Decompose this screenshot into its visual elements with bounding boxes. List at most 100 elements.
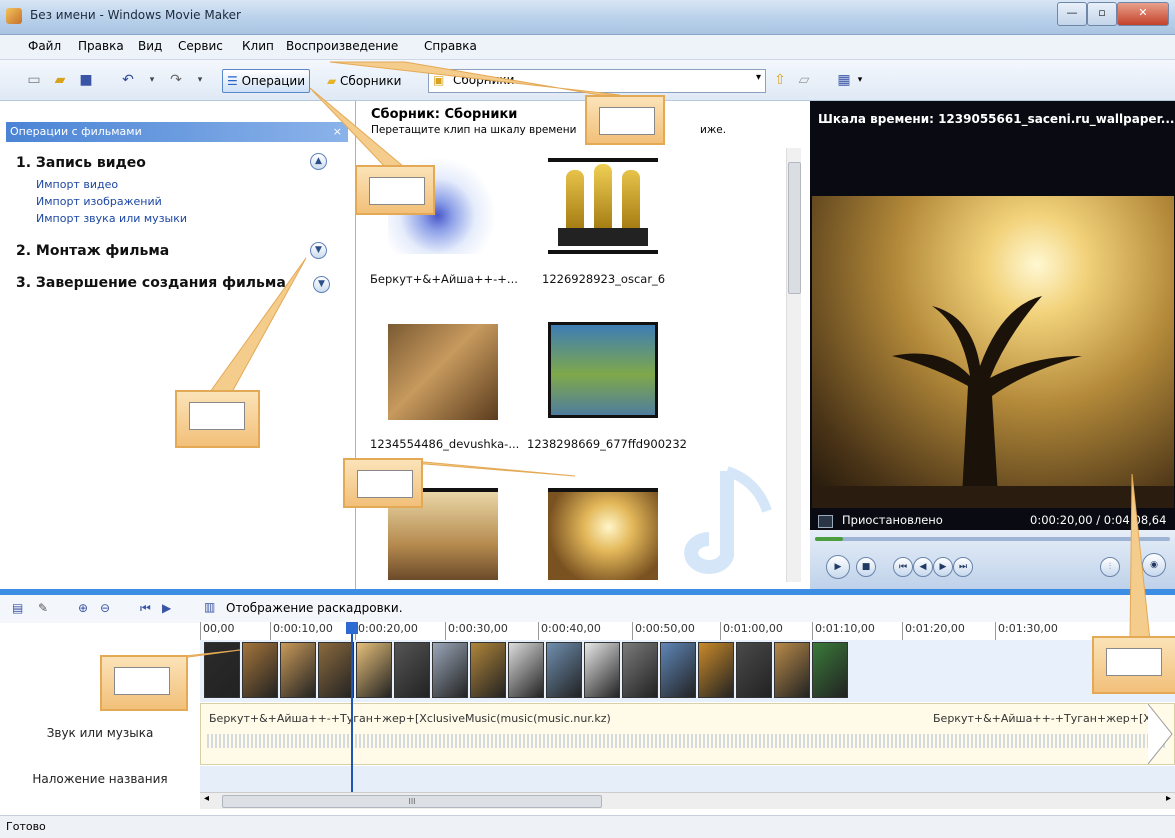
collections-label: Сборники — [340, 74, 402, 88]
new-file-icon[interactable]: ▭ — [26, 72, 42, 88]
scroll-thumb[interactable]: III — [222, 795, 602, 808]
collections-button[interactable]: ▰ Сборники — [322, 69, 406, 93]
view-options-icon[interactable]: ▦ — [836, 72, 852, 88]
play-timeline-icon[interactable]: ▶ — [162, 601, 171, 615]
pane-close-icon[interactable]: × — [333, 122, 342, 142]
collection-combo[interactable]: ▣ Сборники ▾ — [428, 69, 766, 93]
snapshot-icon[interactable]: ◉ — [1142, 553, 1166, 577]
audio-clip-1[interactable]: Беркут+&+Айша++-+Туган+жер+[XclusiveMusi… — [209, 712, 611, 725]
skip-forward-icon[interactable]: ⏭ — [953, 557, 973, 577]
clip-thumbnail[interactable] — [388, 324, 498, 420]
playhead[interactable] — [351, 622, 353, 792]
minimize-button[interactable]: — — [1057, 2, 1087, 26]
section-capture-video[interactable]: 1. Запись видео — [16, 155, 146, 171]
tree-silhouette-image — [812, 296, 1174, 508]
stop-icon[interactable]: ■ — [856, 557, 876, 577]
clip-thumbnail[interactable] — [548, 322, 658, 418]
new-collection-folder-icon[interactable]: ▱ — [796, 72, 812, 88]
clip-thumbnail[interactable] — [548, 158, 658, 254]
link-import-video[interactable]: Импорт видео — [36, 178, 118, 191]
scroll-right-icon[interactable]: ▸ — [1166, 793, 1171, 804]
chevron-down-icon[interactable]: ▼ — [313, 276, 330, 293]
menu-file[interactable]: Файл — [24, 39, 65, 53]
section-finish-movie[interactable]: 3. Завершение создания фильма — [16, 275, 306, 291]
audio-track[interactable]: Беркут+&+Айша++-+Туган+жер+[XclusiveMusi… — [200, 703, 1175, 765]
timeline-options-icon[interactable]: ▤ — [12, 601, 23, 615]
timeline-clip[interactable] — [508, 642, 544, 698]
ruler-tick: 0:00:30,00 — [445, 622, 508, 640]
timeline-clip[interactable] — [660, 642, 696, 698]
scroll-left-icon[interactable]: ◂ — [204, 793, 209, 804]
audio-clip-2[interactable]: Беркут+&+Айша++-+Туган+жер+[Xc — [933, 712, 1157, 725]
storyboard-toggle[interactable]: Отображение раскадровки. — [226, 601, 403, 615]
clip-caption: Беркут+&+Айша++-+... — [370, 272, 518, 286]
menu-playback[interactable]: Воспроизведение — [282, 39, 402, 53]
zoom-out-icon[interactable]: ⊖ — [100, 601, 110, 615]
timeline-clip[interactable] — [736, 642, 772, 698]
timeline-clip[interactable] — [318, 642, 354, 698]
seek-progress — [815, 537, 844, 541]
operations-button[interactable]: ☰ Операции — [222, 69, 310, 93]
chevron-up-icon[interactable]: ▲ — [310, 153, 327, 170]
menu-clip[interactable]: Клип — [238, 39, 278, 53]
section-edit-movie[interactable]: 2. Монтаж фильма — [16, 243, 169, 259]
timeline-scrollbar[interactable]: ◂ III ▸ — [200, 792, 1175, 809]
folder-up-icon[interactable]: ⇧ — [772, 72, 788, 88]
ruler-tick: 0:00:50,00 — [632, 622, 695, 640]
status-text: Готово — [6, 820, 46, 833]
rewind-icon[interactable]: ◀ — [913, 557, 933, 577]
timeline-clip[interactable] — [432, 642, 468, 698]
menu-help[interactable]: Справка — [420, 39, 481, 53]
forward-icon[interactable]: ▶ — [933, 557, 953, 577]
timeline-clip[interactable] — [242, 642, 278, 698]
playhead-handle[interactable] — [346, 622, 358, 634]
play-icon[interactable]: ▶ — [826, 555, 850, 579]
rewind-timeline-icon[interactable]: ⏮ — [140, 601, 151, 616]
views-dropdown-icon[interactable]: ▾ — [852, 72, 868, 88]
video-track[interactable] — [200, 640, 1175, 702]
music-note-watermark — [684, 466, 772, 574]
save-icon[interactable]: ■ — [78, 72, 94, 88]
timeline-clip[interactable] — [356, 642, 392, 698]
callout-box — [355, 165, 435, 215]
tasks-pane-title: Операции с фильмами — [10, 125, 142, 138]
ruler-tick: 0:01:20,00 — [902, 622, 965, 640]
title-overlay-track[interactable] — [200, 766, 1175, 792]
menu-tools[interactable]: Сервис — [174, 39, 227, 53]
chevron-down-icon[interactable]: ▼ — [310, 242, 327, 259]
split-clip-icon[interactable]: ⫶ — [1100, 557, 1120, 577]
link-import-images[interactable]: Импорт изображений — [36, 195, 162, 208]
title-bar: Без имени - Windows Movie Maker — ▫ ✕ — [0, 0, 1175, 35]
open-folder-icon[interactable]: ▰ — [52, 72, 68, 88]
timeline-clip[interactable] — [622, 642, 658, 698]
clip-thumbnail[interactable] — [548, 488, 658, 580]
menu-view[interactable]: Вид — [134, 39, 166, 53]
redo-icon[interactable]: ↷ — [168, 72, 184, 88]
narrate-icon[interactable]: ✎ — [38, 601, 48, 615]
link-import-audio[interactable]: Импорт звука или музыки — [36, 212, 187, 225]
timeline-clip[interactable] — [774, 642, 810, 698]
timeline-clip[interactable] — [698, 642, 734, 698]
audio-clip-end-icon — [1148, 704, 1173, 764]
redo-dropdown-icon[interactable]: ▾ — [192, 72, 208, 88]
fullscreen-icon[interactable] — [818, 515, 833, 528]
storyboard-icon[interactable]: ▥ — [204, 600, 215, 614]
timeline-clip[interactable] — [394, 642, 430, 698]
callout-box — [100, 655, 188, 711]
undo-icon[interactable]: ↶ — [120, 72, 136, 88]
maximize-button[interactable]: ▫ — [1087, 2, 1117, 26]
timeline-clip[interactable] — [546, 642, 582, 698]
collection-scrollbar[interactable] — [786, 148, 801, 582]
menu-edit[interactable]: Правка — [74, 39, 128, 53]
seek-track[interactable] — [815, 537, 1170, 541]
skip-back-icon[interactable]: ⏮ — [893, 557, 913, 577]
timeline-clip[interactable] — [204, 642, 240, 698]
timeline-clip[interactable] — [812, 642, 848, 698]
scroll-thumb[interactable] — [788, 162, 801, 294]
zoom-in-icon[interactable]: ⊕ — [78, 601, 88, 615]
timeline-clip[interactable] — [584, 642, 620, 698]
close-button[interactable]: ✕ — [1117, 2, 1169, 26]
timeline-clip[interactable] — [280, 642, 316, 698]
timeline-clip[interactable] — [470, 642, 506, 698]
undo-dropdown-icon[interactable]: ▾ — [144, 72, 160, 88]
